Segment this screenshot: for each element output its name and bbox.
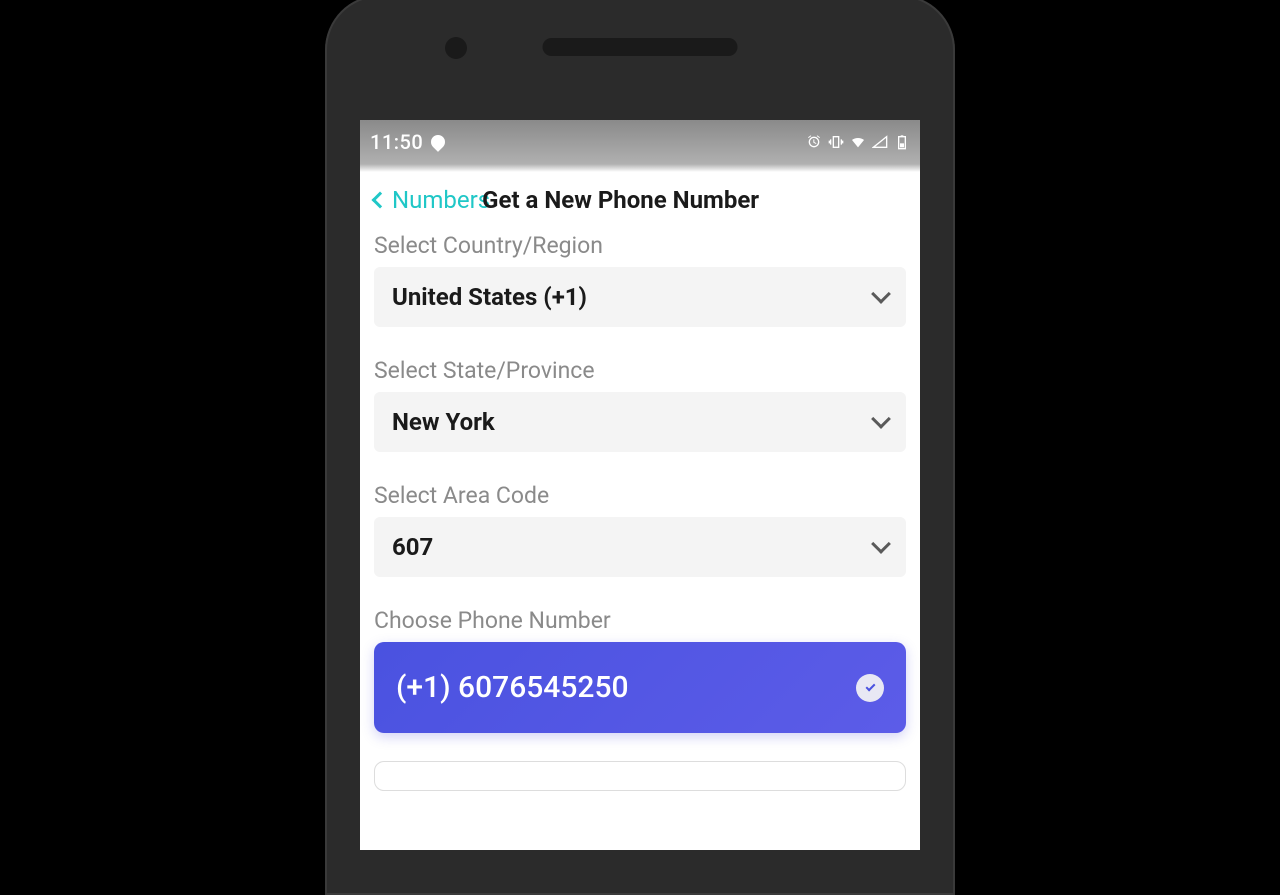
areacode-label: Select Area Code [374,474,906,517]
location-icon [428,132,448,152]
chevron-down-icon [871,534,891,554]
chevron-down-icon [871,409,891,429]
status-bar: 11:50 [360,120,920,164]
page-title: Get a New Phone Number [482,186,759,214]
phone-choice-field: Choose Phone Number (+1) 6076545250 [374,599,906,791]
alarm-icon [806,134,822,150]
form-content: Select Country/Region United States (+1)… [360,224,920,791]
phone-choice-label: Choose Phone Number [374,599,906,642]
country-value: United States (+1) [392,283,587,311]
status-time: 11:50 [370,130,423,154]
back-button[interactable]: Numbers [374,186,490,214]
areacode-field: Select Area Code 607 [374,474,906,577]
chevron-down-icon [871,284,891,304]
chevron-left-icon [372,192,389,209]
status-icons [806,134,910,150]
back-label: Numbers [392,186,490,214]
signal-icon [872,134,888,150]
country-label: Select Country/Region [374,224,906,267]
check-mark-icon [865,681,875,691]
vibrate-icon [828,134,844,150]
camera-dot [445,37,467,59]
state-label: Select State/Province [374,349,906,392]
app-header: Numbers Get a New Phone Number [360,172,920,224]
phone-number-option-next[interactable] [374,761,906,791]
areacode-select[interactable]: 607 [374,517,906,577]
country-select[interactable]: United States (+1) [374,267,906,327]
check-circle-icon [856,674,884,702]
phone-number-value: (+1) 6076545250 [396,670,629,705]
battery-icon [894,134,910,150]
areacode-value: 607 [392,533,433,561]
phone-frame: 11:50 Numbers Get a New Phone Number Sel… [325,0,955,895]
state-select[interactable]: New York [374,392,906,452]
phone-number-option-selected[interactable]: (+1) 6076545250 [374,642,906,733]
screen: 11:50 Numbers Get a New Phone Number Sel… [360,120,920,850]
speaker-slit [543,38,738,56]
state-value: New York [392,408,495,436]
country-field: Select Country/Region United States (+1) [374,224,906,327]
state-field: Select State/Province New York [374,349,906,452]
wifi-icon [850,134,866,150]
header-gradient [360,164,920,172]
